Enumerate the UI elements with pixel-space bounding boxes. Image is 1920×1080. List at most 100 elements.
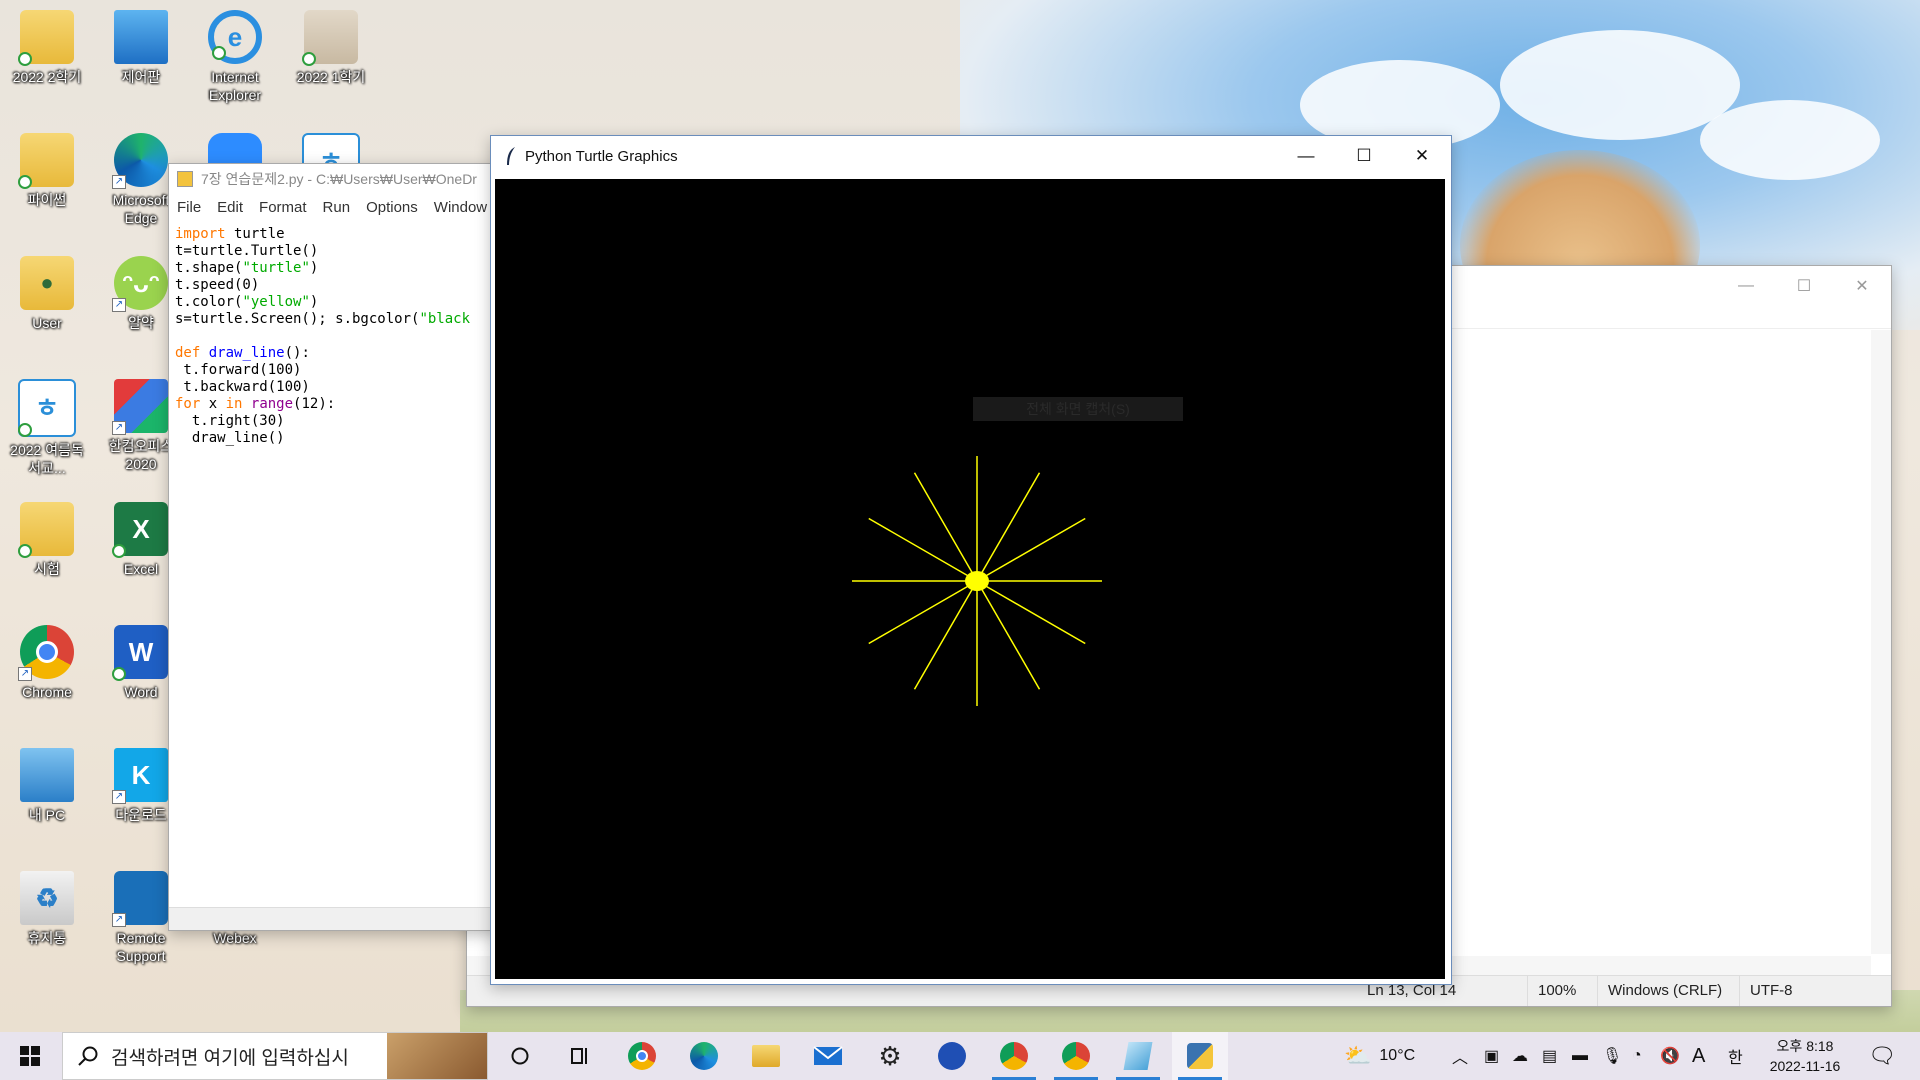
start-button[interactable] [2,1032,58,1080]
chrome-icon [628,1042,656,1070]
tray-volume-icon[interactable]: 🔇 [1660,1032,1680,1080]
taskbar-remote-support[interactable] [924,1032,980,1080]
menu-format[interactable]: Format [251,199,315,216]
idle-titlebar[interactable]: 7장 연습문제2.py - C:₩Users₩User₩OneDr [169,164,499,194]
edge-icon: ↗ [112,133,168,189]
chrome-icon: ↗ [18,625,74,681]
taskbar-chrome[interactable] [614,1032,670,1080]
desktop-icon-2022-spring[interactable]: 2022 1학기 [288,10,374,86]
desktop-icon-recycle-bin[interactable]: ♻ 휴지통 [4,871,90,947]
remote-support-icon: ↗ [112,871,168,927]
desktop-icon-label: 시험 [34,561,60,577]
computer-icon [20,748,74,802]
menu-options[interactable]: Options [358,199,426,216]
desktop-icon-this-pc[interactable]: 내 PC [4,748,90,824]
taskbar-notepad[interactable] [1110,1032,1166,1080]
task-view-button[interactable] [552,1032,608,1080]
folder-icon [752,1045,780,1067]
code-token: def [175,345,201,361]
tray-ime-indicator[interactable]: 한 [1728,1032,1743,1080]
tray-font-indicator[interactable]: A [1692,1032,1705,1080]
turtle-ray [913,472,978,582]
search-highlight-image [387,1033,487,1079]
menu-edit[interactable]: Edit [209,199,251,216]
taskbar-chrome-profile-2[interactable] [1048,1032,1104,1080]
horizontal-scrollbar[interactable] [169,907,499,930]
desktop-icon-2022-fall[interactable]: 2022 2학기 [4,10,90,86]
zoom-level: 100% [1527,976,1576,1006]
desktop-icon-control-panel[interactable]: 제어판 [98,10,184,86]
taskbar-python[interactable] [1172,1032,1228,1080]
menu-file[interactable]: File [169,199,209,216]
internet-explorer-icon: e [208,10,262,64]
shortcut-arrow-icon: ↗ [18,667,32,681]
hancom-office-icon: ↗ [112,379,168,435]
notepad-icon [1123,1042,1153,1070]
clock-time: 오후 8:18 [1776,1038,1834,1054]
code-token: ) [309,294,319,310]
turtle-canvas[interactable]: 전체 화면 캡처(S) [495,179,1445,979]
chevron-up-icon: ︿ [1452,1050,1469,1067]
alyac-icon: ᵔᴗᵔ ↗ [112,256,168,312]
desktop-icon-exam[interactable]: 시험 [4,502,90,578]
tray-meet-icon[interactable]: ▣ [1484,1032,1499,1080]
maximize-button[interactable]: ☐ [1335,136,1393,176]
shortcut-arrow-icon: ↗ [112,790,126,804]
tray-device-icon[interactable]: ▤ [1542,1032,1557,1080]
folder-icon [18,133,74,189]
turtle-cursor-icon [965,571,989,591]
menu-run[interactable]: Run [315,199,359,216]
sync-check-icon [212,46,226,60]
taskbar-mail[interactable] [800,1032,856,1080]
shortcut-arrow-icon: ↗ [112,913,126,927]
desktop-icon-user[interactable]: ● User [4,256,90,332]
cortana-button[interactable] [492,1032,548,1080]
code-token: draw_line [200,345,285,361]
idle-editor-window[interactable]: 7장 연습문제2.py - C:₩Users₩User₩OneDr File E… [168,163,500,931]
code-token: t.color( [175,294,243,310]
tray-battery-icon[interactable]: ▬ [1572,1032,1588,1080]
sync-check-icon [302,52,316,66]
desktop-icon-python-folder[interactable]: 파이썬 [4,133,90,209]
edge-icon [690,1042,718,1070]
minimize-button[interactable]: ― [1277,136,1335,176]
turtle-graphics-window[interactable]: Python Turtle Graphics ― ☐ ✕ 전체 화면 캡처(S) [490,135,1452,985]
code-line: draw_line() [175,430,285,446]
close-button[interactable]: ✕ [1833,266,1891,306]
tray-network-icon[interactable]: ◔ [1632,1032,1642,1080]
taskbar-file-explorer[interactable] [738,1032,794,1080]
maximize-button[interactable]: ☐ [1775,266,1833,306]
python-icon [1187,1043,1213,1069]
excel-icon: X [112,502,168,558]
menu-window[interactable]: Window [426,199,495,216]
action-center-button[interactable]: 🗨 [1868,1032,1896,1080]
desktop-icon-internet-explorer[interactable]: e Internet Explorer [192,10,278,104]
hancom-doc-icon: ㅎ [18,379,76,437]
tray-microphone-icon[interactable]: 🎙 [1602,1032,1622,1080]
weather-widget[interactable]: ⛅ 10°C [1344,1032,1415,1080]
vertical-scrollbar[interactable] [1871,330,1891,954]
desktop-icon-chrome[interactable]: ↗ Chrome [4,625,90,701]
capture-tooltip: 전체 화면 캡처(S) [973,397,1183,421]
close-button[interactable]: ✕ [1393,136,1451,176]
taskbar-settings[interactable]: ⚙ [862,1032,918,1080]
desktop-icon-reading-folder[interactable]: ㅎ 2022 여름독서교... [4,379,90,477]
taskbar-edge[interactable] [676,1032,732,1080]
taskbar-chrome-profile-1[interactable] [986,1032,1042,1080]
code-editor[interactable]: import turtle t=turtle.Turtle() t.shape(… [169,220,499,453]
desktop-icon-label: User [32,315,62,331]
shortcut-arrow-icon: ↗ [112,298,126,312]
volume-muted-icon: 🔇 [1660,1048,1680,1065]
taskbar-clock[interactable]: 오후 8:18 2022-11-16 [1755,1036,1855,1076]
turtle-titlebar[interactable]: Python Turtle Graphics ― ☐ ✕ [491,136,1451,176]
minimize-button[interactable]: ― [1717,266,1775,306]
ime-mode: 한 [1728,1050,1743,1067]
code-token: "turtle" [242,260,310,276]
desktop: 2022 2학기 파이썬 ● User ㅎ 2022 여름독서교... 시험 ↗… [0,0,1920,1032]
microphone-icon: 🎙 [1602,1048,1623,1065]
show-hidden-icons-button[interactable]: ︿ [1452,1032,1468,1080]
search-box[interactable]: 검색하려면 여기에 입력하십시 [62,1032,488,1080]
tray-onedrive-icon[interactable]: ☁ [1512,1032,1528,1080]
code-token: "black [419,311,471,327]
